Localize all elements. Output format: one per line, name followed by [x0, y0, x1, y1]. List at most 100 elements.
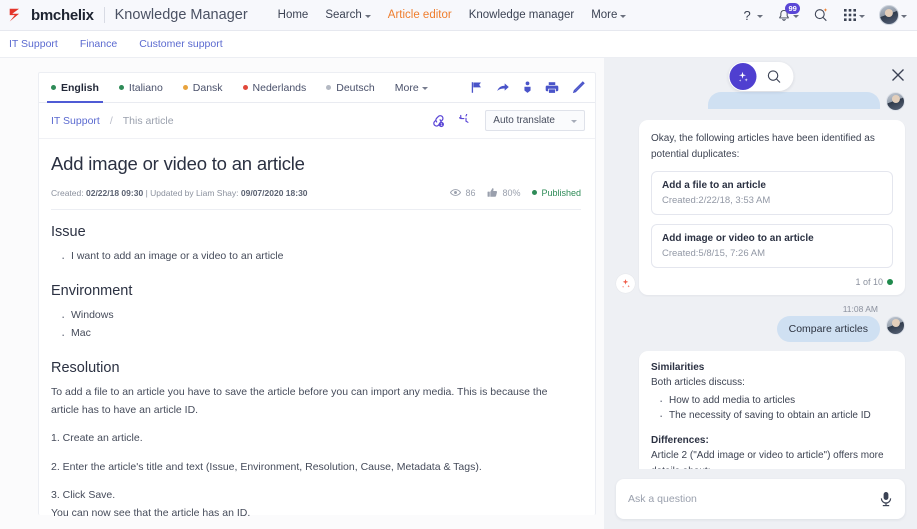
brand-logo-group[interactable]: bmchelix Knowledge Manager	[8, 7, 260, 24]
ai-sparkle-icon	[616, 274, 635, 293]
list-item: The necessity of saving to obtain an art…	[659, 406, 893, 426]
nav-label-knowledge-manager: Knowledge manager	[468, 9, 575, 21]
microphone-icon	[880, 492, 892, 507]
differences-heading: Differences:	[651, 435, 709, 447]
status-label: Published	[541, 187, 581, 198]
avatar	[886, 316, 905, 335]
nav-item-article-editor[interactable]: Article editor	[388, 9, 452, 21]
user-bubble-compare: Compare articles	[776, 316, 880, 342]
rating-stat: 80%	[487, 187, 520, 198]
print-icon[interactable]	[545, 81, 559, 94]
top-navigation-bar: bmchelix Knowledge Manager Home Search A…	[0, 0, 917, 31]
thumbs-up-icon	[488, 188, 498, 197]
chat-input[interactable]	[628, 493, 879, 505]
article-card: English Italiano Dansk Nederlands Deutsc…	[38, 72, 596, 519]
subnav-item-it-support[interactable]: IT Support	[9, 38, 58, 50]
microphone-button[interactable]	[879, 491, 893, 507]
subnav-item-customer-support[interactable]: Customer support	[139, 38, 222, 50]
bot-bubble-duplicates: Okay, the following articles have been i…	[639, 120, 905, 295]
history-clock-icon[interactable]	[459, 113, 473, 128]
chevron-down-icon	[757, 14, 763, 18]
search-sparkle-icon	[814, 8, 828, 22]
language-tab-label: Dansk	[192, 81, 223, 94]
message-pager-label: 1 of 10	[855, 277, 883, 287]
linked-article-icon[interactable]: 1	[431, 113, 447, 128]
nav-item-knowledge-manager[interactable]: Knowledge manager	[469, 9, 575, 21]
chat-message-user-compare: 11:08 AM Compare articles	[616, 304, 905, 342]
status-dot-icon	[887, 279, 893, 285]
resolution-step-1: 1. Create an article.	[51, 432, 143, 445]
article-header: Add image or video to an article Created…	[39, 139, 595, 210]
status-dot-icon	[51, 85, 56, 90]
status-dot-icon	[532, 190, 538, 195]
chevron-down-icon	[620, 14, 627, 18]
nav-item-more[interactable]: More	[591, 9, 627, 21]
global-search-button[interactable]	[813, 7, 829, 23]
share-arrow-icon[interactable]	[496, 81, 510, 94]
environment-bullet-list: Windows Mac	[61, 306, 575, 346]
similarities-heading: Similarities	[651, 362, 705, 373]
duplicate-article-card-1[interactable]: Add a file to an article Created:2/22/18…	[651, 171, 893, 215]
bookmark-icon[interactable]	[523, 81, 532, 94]
resolution-paragraph-intro: To add a file to an article you have to …	[51, 385, 548, 416]
similarities-list: How to add media to articles The necessi…	[659, 391, 893, 427]
chevron-down-icon	[859, 14, 865, 18]
bot-message-text: Okay, the following articles have been i…	[651, 133, 875, 160]
nav-item-search[interactable]: Search	[325, 9, 371, 21]
main-body: English Italiano Dansk Nederlands Deutsc…	[0, 58, 917, 529]
nav-label-home: Home	[277, 9, 309, 21]
article-meta-text: Created: 02/22/18 09:30 | Updated by Lia…	[51, 188, 308, 198]
chat-message-list[interactable]: Okay, the following articles have been i…	[604, 58, 917, 469]
app-switcher-button[interactable]	[843, 8, 865, 22]
notification-count-badge: 99	[785, 2, 801, 14]
bot-bubble-comparison: Similarities Both articles discuss: How …	[639, 351, 905, 469]
question-mark-icon: ?	[744, 8, 751, 22]
ai-assistant-toggle-button[interactable]	[729, 63, 756, 90]
breadcrumb-root[interactable]: IT Support	[51, 115, 100, 127]
chat-composer[interactable]	[616, 479, 905, 519]
auto-translate-select[interactable]: Auto translate	[485, 110, 585, 131]
close-chat-button[interactable]	[891, 68, 905, 87]
section-heading-environment: Environment	[51, 283, 133, 300]
list-item: How to add media to articles	[659, 391, 893, 411]
duplicate-article-created: Created:2/22/18, 3:53 AM	[662, 195, 771, 206]
resolution-step-2: 2. Enter the article's title and text (I…	[51, 460, 482, 473]
article-stats: 86 80% Published	[450, 187, 581, 198]
issue-bullet-list: I want to add an image or a video to an …	[61, 247, 575, 269]
search-icon	[767, 70, 780, 83]
differences-lead: Article 2 ("Add image or video to articl…	[651, 450, 884, 469]
duplicate-article-title: Add image or video to an article	[662, 233, 814, 244]
language-more-label: More	[394, 81, 419, 94]
notifications-button[interactable]: 99	[777, 2, 801, 23]
section-heading-issue: Issue	[51, 224, 86, 240]
language-tab-dansk[interactable]: Dansk	[182, 73, 223, 102]
language-tab-nederlands[interactable]: Nederlands	[242, 73, 306, 102]
language-tab-italiano[interactable]: Italiano	[118, 73, 163, 102]
nav-item-home[interactable]: Home	[278, 9, 309, 21]
user-menu-button[interactable]	[879, 5, 907, 25]
edit-pencil-icon[interactable]	[572, 81, 585, 94]
language-tab-english[interactable]: English	[47, 73, 103, 103]
language-tab-deutsch[interactable]: Deutsch	[326, 73, 375, 102]
chevron-down-icon	[793, 14, 799, 18]
meta-separator: |	[145, 187, 148, 198]
flag-icon[interactable]	[470, 81, 483, 94]
chat-search-toggle-button[interactable]	[766, 69, 783, 84]
breadcrumb-current: This article	[122, 114, 174, 127]
meta-created-label: Created:	[51, 187, 84, 198]
help-button[interactable]: ?	[742, 8, 763, 22]
view-count-value: 86	[465, 187, 476, 198]
article-content: Issue I want to add an image or a video …	[39, 210, 595, 523]
subnav-item-finance[interactable]: Finance	[80, 38, 117, 50]
chat-message-bot-comparison: Similarities Both articles discuss: How …	[616, 351, 905, 469]
language-tabs-more-button[interactable]: More	[395, 82, 428, 94]
avatar	[879, 5, 899, 25]
svg-text:?: ?	[744, 8, 751, 22]
list-item: Mac	[61, 324, 575, 346]
duplicate-article-card-2[interactable]: Add image or video to an article Created…	[651, 224, 893, 268]
resolution-step-3-note: You can now see that the article has an …	[51, 507, 251, 520]
auto-translate-label: Auto translate	[493, 115, 555, 126]
chevron-down-icon	[364, 14, 371, 18]
status-badge: Published	[532, 188, 581, 198]
article-meta-row: Created: 02/22/18 09:30 | Updated by Lia…	[51, 187, 581, 198]
